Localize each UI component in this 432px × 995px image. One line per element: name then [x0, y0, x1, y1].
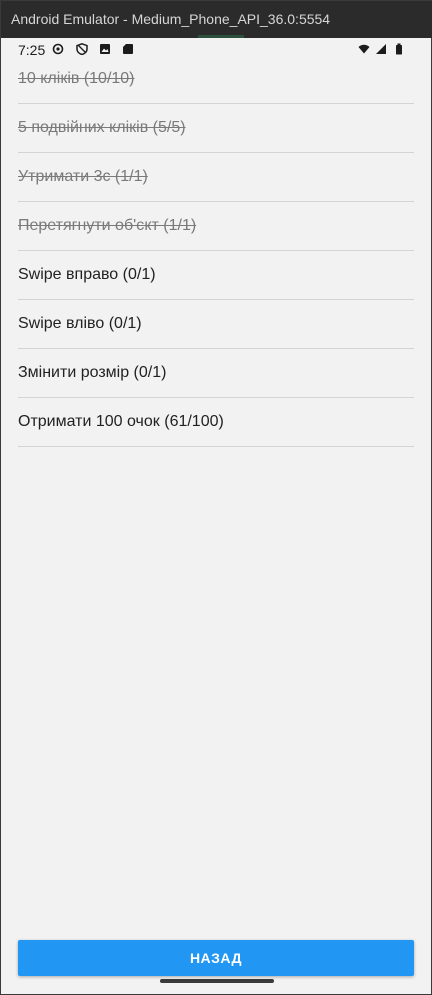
task-item-swipe-right: Swipe вправо (0/1) — [18, 251, 414, 300]
task-label: Перетягнути об'єкт (1/1) — [18, 217, 197, 234]
task-label: 10 кліків (10/10) — [18, 70, 135, 87]
image-icon — [100, 44, 110, 54]
shield-icon — [76, 43, 88, 55]
signal-icon — [376, 44, 386, 54]
task-item-get-100-points: Отримати 100 очок (61/100) — [18, 398, 414, 447]
window-title: Android Emulator - Medium_Phone_API_36.0… — [1, 1, 432, 38]
task-label: 5 подвійних кліків (5/5) — [18, 119, 186, 136]
task-item-swipe-left: Swipe вліво (0/1) — [18, 300, 414, 349]
back-button[interactable]: НАЗАД — [18, 940, 414, 976]
wifi-icon — [358, 44, 370, 54]
task-label: Отримати 100 очок (61/100) — [18, 413, 224, 430]
settings-icon — [52, 43, 64, 55]
battery-icon — [396, 43, 402, 55]
sd-card-icon — [123, 44, 133, 54]
task-item-resize: Змінити розмір (0/1) — [18, 349, 414, 398]
task-label: Утримати 3с (1/1) — [18, 168, 148, 185]
task-label: Swipe вправо (0/1) — [18, 266, 156, 283]
task-item-hold-3s: Утримати 3с (1/1) — [18, 153, 414, 202]
task-item-10-clicks: 10 кліків (10/10) — [18, 55, 414, 104]
gesture-nav-handle[interactable] — [160, 979, 274, 983]
emulator-window: Android Emulator - Medium_Phone_API_36.0… — [0, 0, 432, 995]
task-label: Swipe вліво (0/1) — [18, 315, 142, 332]
task-label: Змінити розмір (0/1) — [18, 364, 167, 381]
task-item-5-double-clicks: 5 подвійних кліків (5/5) — [18, 104, 414, 153]
task-item-drag-object: Перетягнути об'єкт (1/1) — [18, 202, 414, 251]
task-list: 10 кліків (10/10) 5 подвійних кліків (5/… — [18, 55, 414, 447]
